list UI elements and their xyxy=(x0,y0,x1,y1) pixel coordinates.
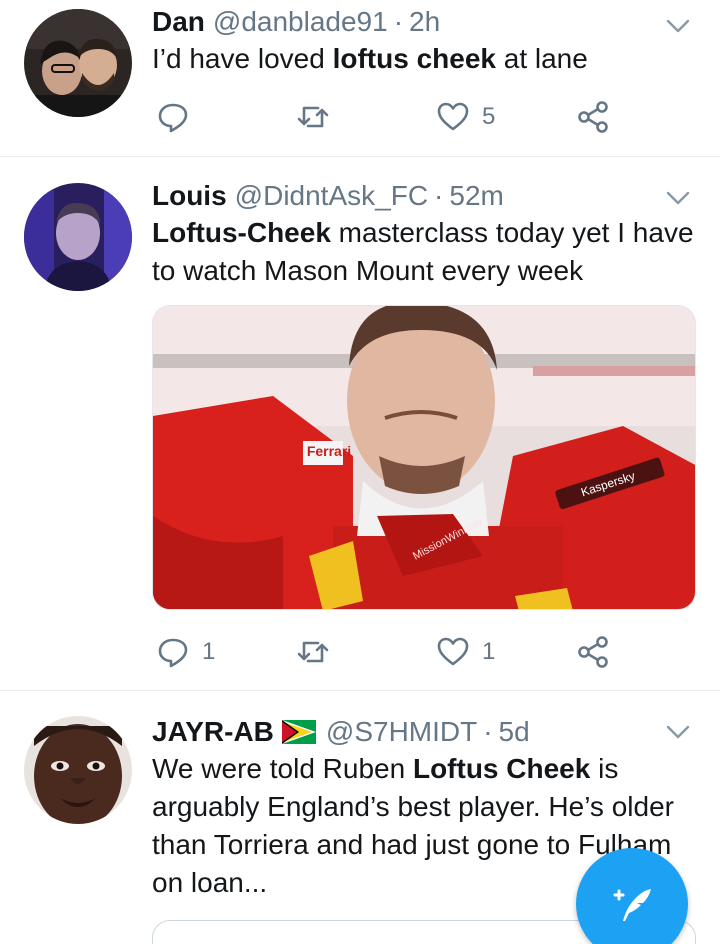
tweet-text-highlight: Loftus-Cheek xyxy=(152,217,331,248)
retweet-icon xyxy=(297,641,329,663)
tweet-text: I’d have loved loftus cheek at lane xyxy=(152,40,696,78)
tweet-text-segment: at lane xyxy=(495,43,588,74)
retweet-button[interactable] xyxy=(296,632,342,672)
heart-icon xyxy=(437,102,469,131)
user-handle[interactable]: @S7HMIDT xyxy=(326,716,477,748)
user-handle[interactable]: @danblade91 xyxy=(213,6,388,38)
tweet-media-image[interactable]: Kaspersky MissionWinnow Ferrari xyxy=(152,305,696,610)
display-name[interactable]: JAYR-AB xyxy=(152,716,274,748)
share-button[interactable] xyxy=(576,632,610,672)
timestamp[interactable]: 2h xyxy=(409,6,440,38)
tweet-text: Loftus-Cheek masterclass today yet I hav… xyxy=(152,214,696,290)
like-button[interactable]: 5 xyxy=(436,97,495,137)
separator: · xyxy=(483,716,493,747)
tweet-text-segment: We were told Ruben xyxy=(152,753,413,784)
display-name[interactable]: Louis xyxy=(152,180,227,212)
separator: · xyxy=(393,6,404,37)
media-text-sponsor: Ferrari xyxy=(307,443,351,459)
retweet-icon xyxy=(297,106,329,128)
separator: · xyxy=(434,180,444,211)
timestamp[interactable]: 52m xyxy=(449,180,503,212)
share-icon xyxy=(578,636,608,668)
chevron-down-icon[interactable] xyxy=(664,12,692,40)
avatar[interactable] xyxy=(24,716,132,824)
compose-feather-icon xyxy=(613,889,651,921)
tweet[interactable]: Dan @danblade91 · 2h I’d have loved loft… xyxy=(0,0,720,157)
tweet-text-highlight: Loftus Cheek xyxy=(412,753,591,784)
tweet[interactable]: Louis @DidntAsk_FC · 52m Loftus-Cheek ma… xyxy=(0,158,720,691)
avatar[interactable] xyxy=(24,183,132,291)
timestamp[interactable]: 5d xyxy=(499,716,530,748)
guyana-flag-icon xyxy=(281,720,316,744)
reply-icon xyxy=(158,103,188,133)
avatar[interactable] xyxy=(24,9,132,117)
user-handle[interactable]: @DidntAsk_FC xyxy=(235,180,428,212)
display-name[interactable]: Dan xyxy=(152,6,205,38)
tweet-actions: 1 1 xyxy=(152,632,622,672)
heart-icon xyxy=(437,637,469,666)
reply-count: 1 xyxy=(202,638,216,665)
tweet-text-segment: I’d have loved xyxy=(152,43,333,74)
tweet-header: Dan @danblade91 · 2h xyxy=(152,4,696,40)
tweet-header: JAYR-AB @S7HMIDT · 5d xyxy=(152,714,696,750)
like-count: 1 xyxy=(482,638,496,665)
share-icon xyxy=(578,101,608,133)
tweet-text-highlight: loftus cheek xyxy=(332,43,496,74)
tweet-actions: 5 xyxy=(152,97,622,137)
reply-icon xyxy=(158,638,188,668)
like-count: 5 xyxy=(482,103,496,130)
tweet-header: Louis @DidntAsk_FC · 52m xyxy=(152,178,696,214)
retweet-button[interactable] xyxy=(296,97,342,137)
like-button[interactable]: 1 xyxy=(436,632,495,672)
chevron-down-icon[interactable] xyxy=(664,718,692,746)
reply-button[interactable] xyxy=(156,97,202,137)
chevron-down-icon[interactable] xyxy=(664,184,692,212)
reply-button[interactable]: 1 xyxy=(156,632,215,672)
share-button[interactable] xyxy=(576,97,610,137)
